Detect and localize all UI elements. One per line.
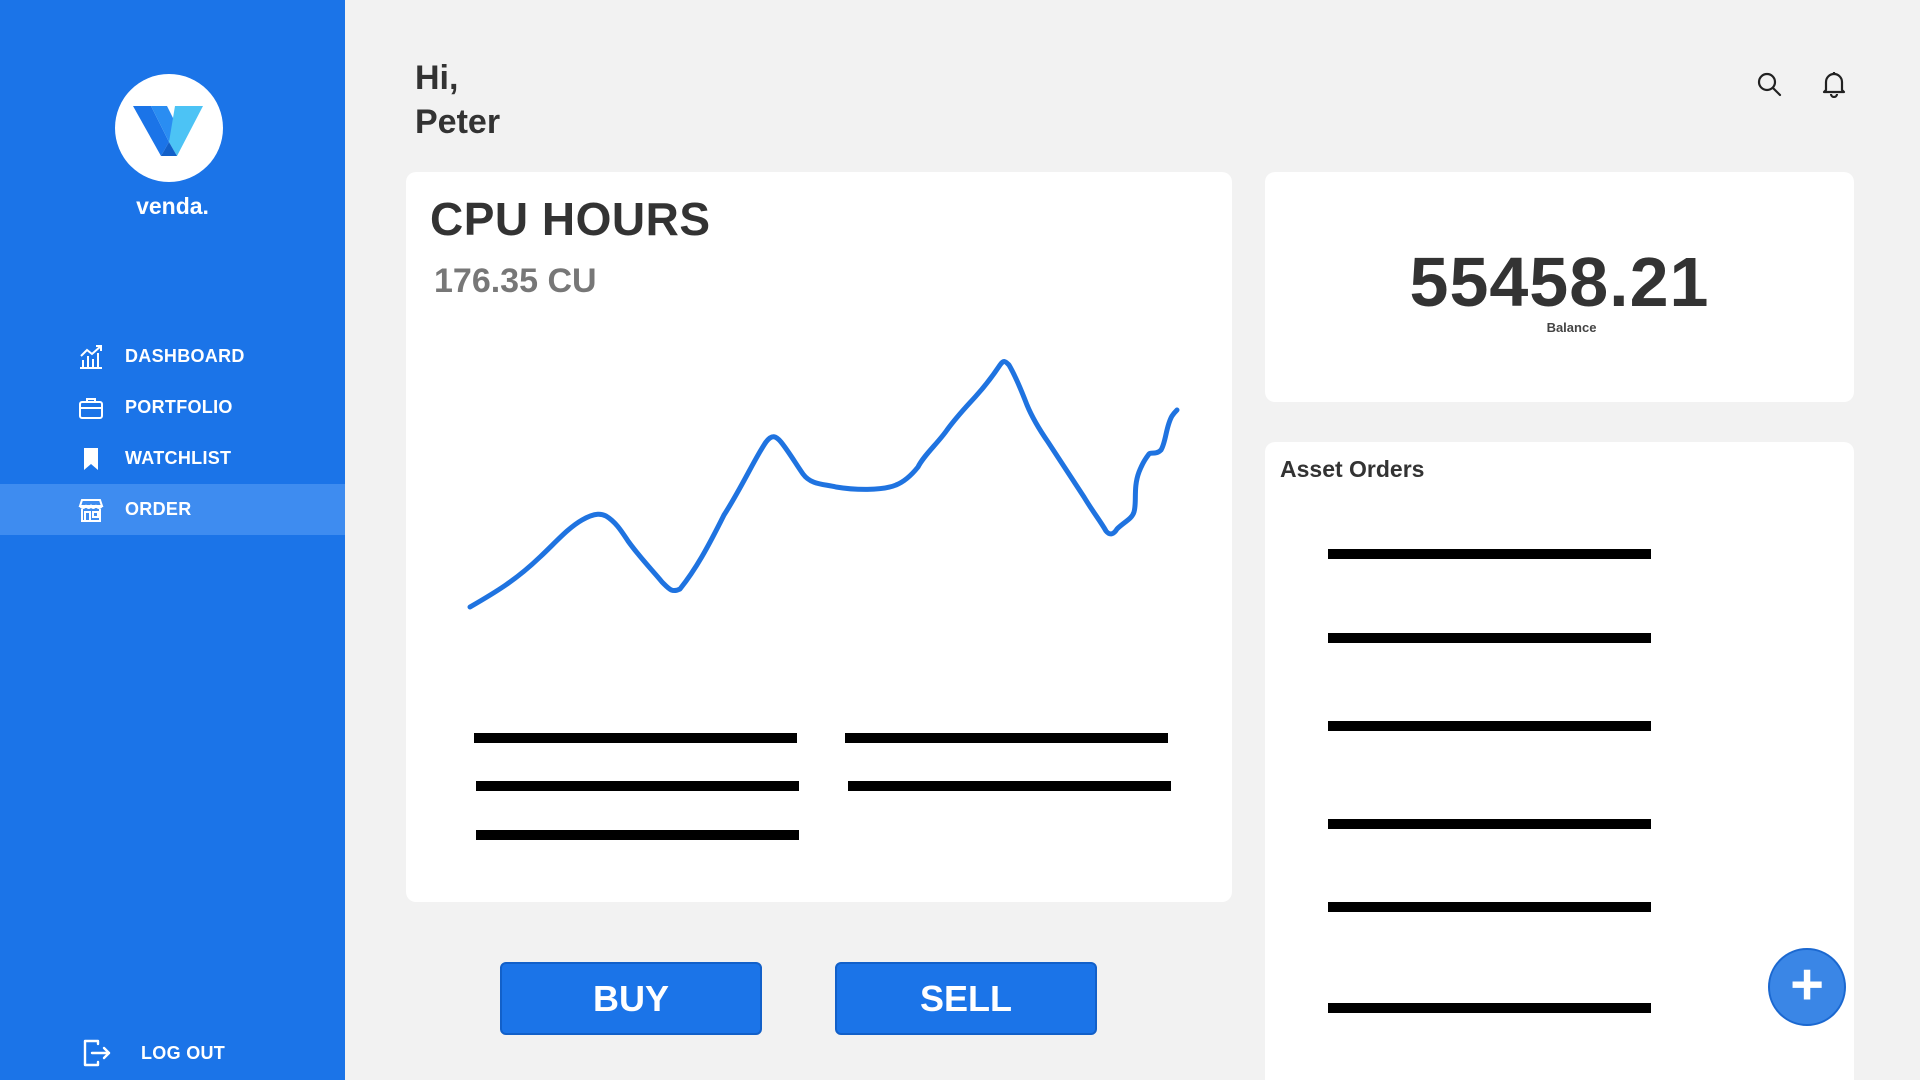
sidebar-item-label: DASHBOARD bbox=[125, 346, 245, 366]
sidebar-item-label: ORDER bbox=[125, 499, 192, 519]
search-icon[interactable] bbox=[1755, 70, 1783, 98]
sidebar-item-label: PORTFOLIO bbox=[125, 397, 233, 417]
add-order-button[interactable]: + bbox=[1768, 948, 1846, 1026]
cpu-hours-card: CPU HOURS 176.35 CU bbox=[406, 172, 1232, 902]
briefcase-icon bbox=[79, 398, 103, 419]
summary-line bbox=[845, 733, 1168, 743]
summary-line bbox=[476, 781, 799, 791]
order-line bbox=[1328, 721, 1651, 731]
sidebar-item-dashboard[interactable]: DASHBOARD bbox=[0, 331, 345, 382]
cpu-hours-chart bbox=[467, 359, 1180, 610]
chart-icon bbox=[80, 345, 102, 369]
plus-icon: + bbox=[1790, 952, 1824, 1017]
sidebar-item-watchlist[interactable]: WATCHLIST bbox=[0, 433, 345, 484]
cpu-hours-line bbox=[467, 359, 1180, 610]
sidebar-item-portfolio[interactable]: PORTFOLIO bbox=[0, 382, 345, 433]
greeting: Hi, Peter bbox=[415, 56, 500, 144]
sell-button[interactable]: SELL bbox=[835, 962, 1097, 1035]
asset-orders-title: Asset Orders bbox=[1280, 456, 1425, 482]
balance-value: 55458.21 bbox=[1409, 243, 1710, 321]
logout-label: LOG OUT bbox=[141, 1043, 226, 1063]
sidebar-item-order[interactable]: ORDER bbox=[0, 484, 345, 535]
logout-icon bbox=[83, 1039, 111, 1067]
greeting-line-1: Hi, bbox=[415, 59, 459, 97]
balance-label: Balance bbox=[1546, 320, 1597, 335]
logout-button[interactable]: LOG OUT bbox=[0, 1030, 345, 1075]
sidebar-nav: DASHBOARD PORTFOLIO WATCHLIST ORDER bbox=[0, 331, 345, 535]
order-line bbox=[1328, 633, 1651, 643]
bell-icon[interactable] bbox=[1820, 70, 1848, 98]
sidebar: venda. DASHBOARD PORTFOLIO WATCHLIST ORD… bbox=[0, 0, 345, 1080]
store-icon bbox=[78, 499, 104, 522]
bookmark-icon bbox=[84, 448, 98, 470]
logo-icon bbox=[133, 106, 203, 156]
summary-line bbox=[476, 830, 799, 840]
order-line bbox=[1328, 819, 1651, 829]
venda-logo bbox=[115, 74, 223, 182]
summary-line bbox=[848, 781, 1171, 791]
buy-button[interactable]: BUY bbox=[500, 962, 762, 1035]
order-line bbox=[1328, 549, 1651, 559]
balance-card: 55458.21 Balance bbox=[1265, 172, 1854, 402]
brand-name: venda. bbox=[136, 193, 209, 219]
order-line bbox=[1328, 902, 1651, 912]
asset-orders-card: Asset Orders bbox=[1265, 442, 1854, 1080]
summary-line bbox=[474, 733, 797, 743]
sidebar-item-label: WATCHLIST bbox=[125, 448, 232, 468]
greeting-name: Peter bbox=[415, 103, 501, 141]
order-line bbox=[1328, 1003, 1651, 1013]
